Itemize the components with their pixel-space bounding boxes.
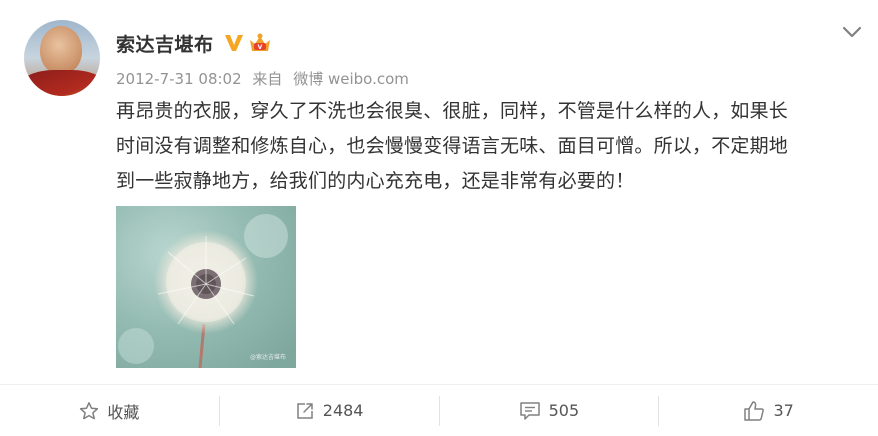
post-image-dandelion[interactable]: @索达吉堪布: [116, 206, 296, 368]
author-row: 索达吉堪布 V: [116, 30, 273, 56]
comment-icon: [519, 401, 541, 421]
post-source[interactable]: 微博 weibo.com: [293, 70, 409, 88]
avatar-robe: [24, 70, 100, 96]
action-bar: 收藏 2484 505 37: [0, 385, 878, 436]
comment-button[interactable]: 505: [440, 385, 659, 436]
favorite-label: 收藏: [107, 402, 140, 422]
post-text-line: 到一些寂静地方，给我们的内心充充电，还是非常有必要的！: [116, 170, 635, 192]
avatar-face: [40, 26, 82, 74]
verified-v-icon[interactable]: [224, 33, 244, 53]
svg-text:V: V: [257, 44, 262, 51]
image-watermark: @索达吉堪布: [250, 354, 287, 361]
like-count: 37: [773, 401, 794, 420]
via-label: 来自: [252, 70, 283, 88]
post-text-line: 时间没有调整和修炼自心，也会慢慢变得语言无味、面目可憎。所以，不定期地: [116, 135, 789, 157]
post-timestamp[interactable]: 2012-7-31 08:02: [116, 70, 242, 88]
avatar[interactable]: [24, 20, 100, 96]
favorite-button[interactable]: 收藏: [0, 385, 219, 436]
share-icon: [295, 401, 315, 421]
star-icon: [79, 401, 99, 421]
repost-count: 2484: [322, 401, 364, 420]
post-text: 再昂贵的衣服，穿久了不洗也会很臭、很脏，同样，不管是什么样的人，如果长 时间没有…: [116, 94, 866, 199]
repost-button[interactable]: 2484: [220, 385, 439, 436]
post-meta: 2012-7-31 08:02 来自 微博 weibo.com: [116, 68, 409, 89]
member-crown-icon[interactable]: V: [247, 32, 273, 54]
thumbs-up-icon: [743, 400, 765, 422]
weibo-post-card: 索达吉堪布 V 2012-7-31 08:02 来自 微博 weibo.com …: [0, 0, 878, 436]
author-name[interactable]: 索达吉堪布: [116, 30, 214, 57]
like-button[interactable]: 37: [659, 385, 878, 436]
more-options-chevron-icon[interactable]: [840, 22, 864, 42]
post-text-line: 再昂贵的衣服，穿久了不洗也会很臭、很脏，同样，不管是什么样的人，如果长: [116, 100, 789, 122]
comment-count: 505: [548, 401, 580, 420]
